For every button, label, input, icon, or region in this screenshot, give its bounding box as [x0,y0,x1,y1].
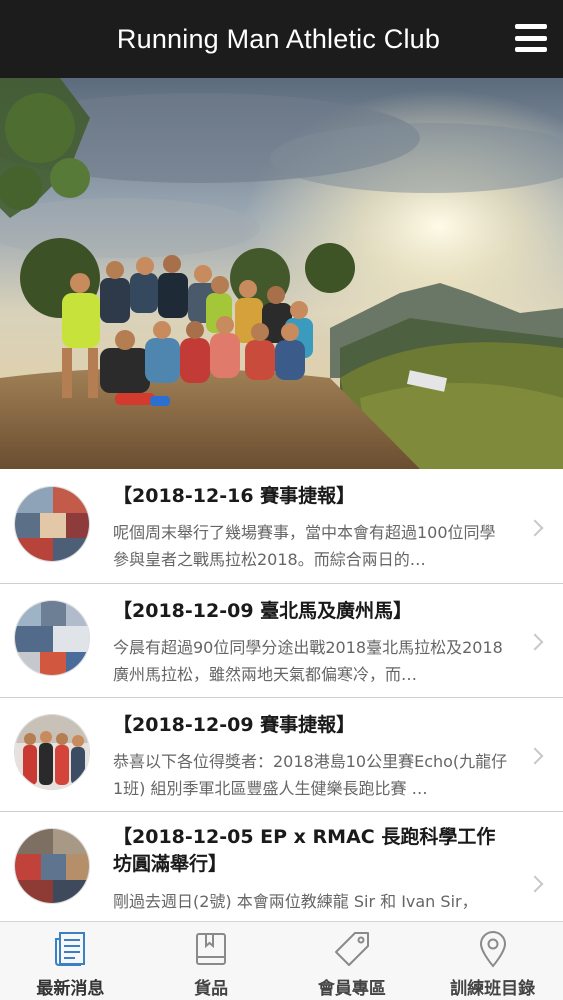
chevron-right-icon [526,747,544,765]
bottom-tab-bar: 最新消息 貨品 會員專區 訓練班目錄 [0,921,563,1000]
news-item[interactable]: 【2018-12-09 賽事捷報】 恭喜以下各位得獎者：2018港島10公里賽E… [0,698,563,812]
news-title: 【2018-12-09 臺北馬及廣州馬】 [113,600,413,622]
hero-photo [0,78,563,469]
newspaper-icon [50,928,90,970]
news-summary: 恭喜以下各位得獎者：2018港島10公里賽Echo(九龍仔1班) 組別季軍北區豐… [113,752,508,798]
chevron-right-icon [526,633,544,651]
tab-latest-news[interactable]: 最新消息 [0,922,141,1000]
news-summary: 呢個周末舉行了幾場賽事，當中本會有超過100位同學參與皇者之戰馬拉松2018。而… [113,523,496,569]
news-summary: 剛過去週日(2號) 本會兩位教練龍 Sir 和 Ivan Sir， [113,892,478,911]
tab-training-classes[interactable]: 訓練班目錄 [422,922,563,1000]
news-thumbnail [14,828,90,904]
news-thumbnail [14,600,90,676]
app-title: Running Man Athletic Club [116,23,441,54]
app-header: Running Man Athletic Club [0,0,563,78]
tab-label: 貨品 [194,979,229,999]
map-pin-icon [473,928,513,970]
news-summary: 今晨有超過90位同學分途出戰2018臺北馬拉松及2018廣州馬拉松，雖然兩地天氣… [113,638,503,684]
chevron-right-icon [526,875,544,893]
news-title: 【2018-12-05 EP x RMAC 長跑科學工作坊圓滿舉行】 [113,826,496,875]
tab-label: 訓練班目錄 [450,979,536,999]
tag-icon [332,928,372,970]
news-list: 【2018-12-16 賽事捷報】 呢個周末舉行了幾場賽事，當中本會有超過100… [0,469,563,921]
news-item[interactable]: 【2018-12-09 臺北馬及廣州馬】 今晨有超過90位同學分途出戰2018臺… [0,584,563,698]
tab-label: 最新消息 [36,979,105,999]
news-title: 【2018-12-16 賽事捷報】 [113,485,356,507]
news-thumbnail [14,714,90,790]
news-title: 【2018-12-09 賽事捷報】 [113,714,356,736]
tab-members[interactable]: 會員專區 [282,922,423,1000]
chevron-right-icon [526,519,544,537]
tab-goods[interactable]: 貨品 [141,922,282,1000]
news-item[interactable]: 【2018-12-05 EP x RMAC 長跑科學工作坊圓滿舉行】 剛過去週日… [0,812,563,921]
book-icon [191,928,231,970]
hamburger-menu-icon[interactable] [515,24,547,52]
news-thumbnail [14,486,90,562]
tab-label: 會員專區 [317,979,386,999]
news-item[interactable]: 【2018-12-16 賽事捷報】 呢個周末舉行了幾場賽事，當中本會有超過100… [0,469,563,584]
